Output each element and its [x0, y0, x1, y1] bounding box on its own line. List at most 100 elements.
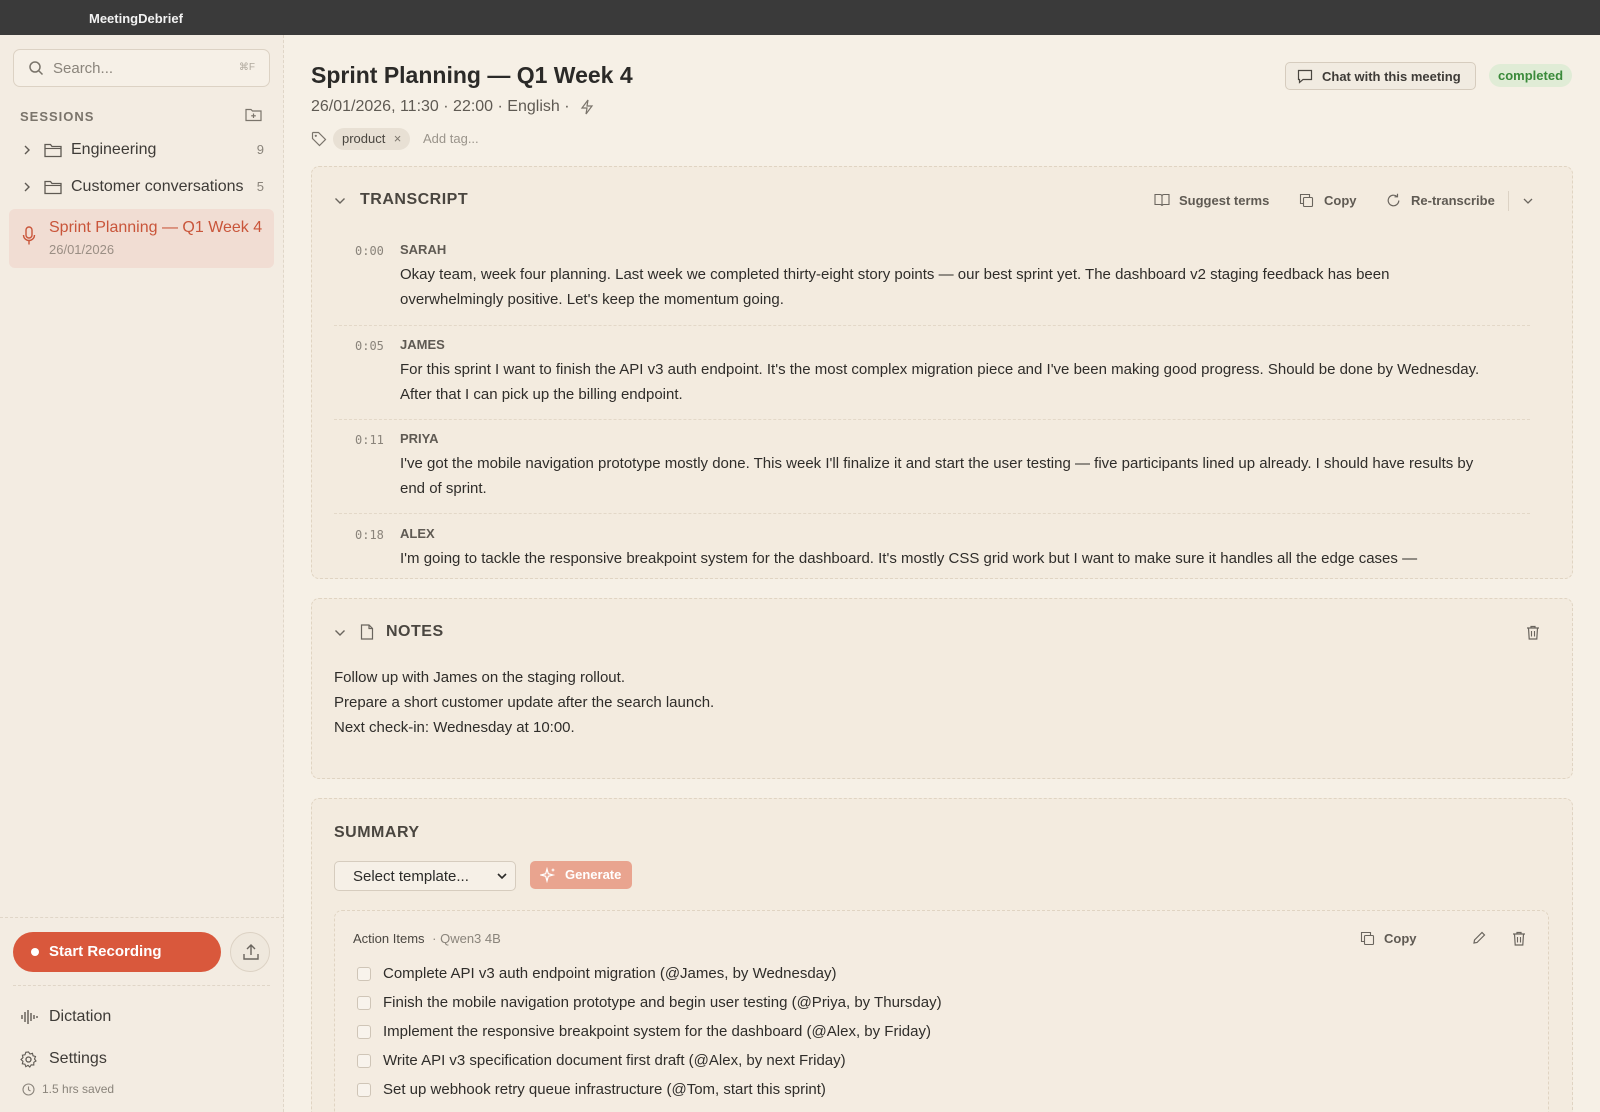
action-item: Complete API v3 auth endpoint migration …: [357, 963, 1507, 987]
book-icon: [1154, 193, 1170, 207]
folder-icon: [44, 143, 62, 158]
meeting-meta: 26/01/2026, 11:30 · 22:00 · English ·: [311, 98, 594, 116]
folder-icon: [44, 180, 62, 195]
gear-icon: [20, 1051, 37, 1068]
notes-title: NOTES: [386, 623, 444, 640]
record-dot-icon: [31, 948, 39, 956]
copy-icon: [1299, 193, 1314, 208]
utterance-text: Okay team, week four planning. Last week…: [400, 266, 1390, 308]
chat-with-meeting-button[interactable]: Chat with this meeting: [1285, 62, 1476, 90]
upload-button[interactable]: [230, 932, 270, 972]
time-saved-label: 1.5 hrs saved: [42, 1082, 115, 1096]
action-item-checkbox[interactable]: [357, 1054, 371, 1068]
timestamp[interactable]: 0:18: [355, 528, 384, 542]
template-select-value: Select template...: [353, 868, 469, 885]
model-label: · Qwen3 4B: [432, 931, 501, 946]
card-header: Action Items · Qwen3 4B: [353, 931, 501, 946]
summary-title: SUMMARY: [334, 824, 420, 841]
transcript-entry: 0:00 SARAH Okay team, week four planning…: [334, 238, 1530, 318]
trash-icon[interactable]: [1512, 931, 1526, 946]
action-item-checkbox[interactable]: [357, 1025, 371, 1039]
copy-label: Copy: [1384, 931, 1417, 946]
remove-tag-icon[interactable]: ×: [394, 128, 402, 150]
chevron-down-icon: [497, 873, 507, 880]
refresh-icon: [1387, 193, 1400, 207]
lightning-icon[interactable]: [580, 99, 594, 115]
action-item-checkbox[interactable]: [357, 967, 371, 981]
generate-label: Generate: [565, 867, 622, 882]
timestamp[interactable]: 0:05: [355, 339, 384, 353]
action-item: Implement the responsive breakpoint syst…: [357, 1021, 1507, 1045]
page-title: Sprint Planning — Q1 Week 4: [311, 62, 633, 88]
notes-editor[interactable]: Follow up with James on the staging roll…: [334, 665, 714, 740]
document-icon: [360, 624, 374, 640]
speaker-name: SARAH: [400, 242, 447, 257]
search-icon: [29, 61, 44, 76]
transcript-entry: 0:11 PRIYA I've got the mobile navigatio…: [334, 427, 1530, 507]
microphone-icon: [22, 226, 36, 245]
title-bar: MeetingDebrief: [0, 0, 1600, 35]
new-folder-icon[interactable]: [245, 107, 262, 122]
action-item-label: Set up webhook retry queue infrastructur…: [383, 1081, 826, 1098]
sidebar-folder-engineering[interactable]: Engineering 9: [20, 139, 266, 163]
action-item-checkbox[interactable]: [357, 1083, 371, 1097]
trash-icon[interactable]: [1526, 625, 1540, 640]
tag-icon: [311, 131, 327, 147]
chevron-down-icon[interactable]: [334, 196, 346, 206]
sidebar: Search... ⌘F SESSIONS Engineering 9 Cust…: [0, 35, 284, 1112]
timestamp[interactable]: 0:11: [355, 433, 384, 447]
clock-icon: [22, 1083, 35, 1096]
more-options-button[interactable]: [1508, 191, 1542, 211]
entry-divider: [334, 513, 1530, 514]
utterance-text: I've got the mobile navigation prototype…: [400, 455, 1474, 497]
timestamp[interactable]: 0:00: [355, 244, 384, 258]
speaker-name: PRIYA: [400, 431, 439, 446]
utterance-text: For this sprint I want to finish the API…: [400, 361, 1480, 403]
action-item: Set up webhook retry queue infrastructur…: [357, 1079, 1507, 1103]
nav-dictation[interactable]: Dictation: [20, 1006, 260, 1030]
transcript-entry: 0:18 ALEX I'm going to tackle the respon…: [334, 522, 1530, 578]
folder-name: Engineering: [71, 141, 157, 158]
note-line: Follow up with James on the staging roll…: [334, 669, 625, 686]
nav-label: Dictation: [49, 1008, 112, 1025]
upload-icon: [243, 944, 259, 960]
chat-bubble-icon: [1297, 69, 1313, 84]
tag-chip[interactable]: product ×: [333, 128, 411, 150]
card-toolbar: Copy: [1360, 929, 1530, 949]
action-item-label: Write API v3 specification document firs…: [383, 1052, 846, 1069]
nav-label: Settings: [49, 1050, 107, 1067]
action-item: Write API v3 specification document firs…: [357, 1050, 1507, 1074]
folder-name: Customer conversations: [71, 178, 244, 195]
transcript-title: TRANSCRIPT: [360, 191, 469, 208]
speaker-name: ALEX: [400, 526, 435, 541]
template-select[interactable]: Select template...: [334, 861, 516, 891]
tag-label: product: [342, 131, 386, 146]
pencil-icon[interactable]: [1472, 931, 1486, 945]
action-item-checkbox[interactable]: [357, 996, 371, 1010]
nav-settings[interactable]: Settings: [20, 1048, 260, 1072]
sidebar-divider: [0, 917, 284, 918]
action-item-label: Finish the mobile navigation prototype a…: [383, 994, 942, 1011]
sidebar-divider: [13, 985, 270, 986]
transcript-entry: 0:05 JAMES For this sprint I want to fin…: [334, 333, 1530, 413]
entry-divider: [334, 325, 1530, 326]
generate-button[interactable]: Generate: [530, 861, 632, 889]
add-tag-input[interactable]: Add tag...: [423, 131, 479, 146]
chevron-down-icon: [1523, 198, 1533, 204]
search-shortcut: ⌘F: [238, 62, 255, 73]
notes-panel: NOTES Follow up with James on the stagin…: [311, 598, 1573, 779]
entry-divider: [334, 419, 1530, 420]
sidebar-folder-customer-conversations[interactable]: Customer conversations 5: [20, 176, 266, 200]
app-title: MeetingDebrief: [89, 11, 183, 26]
search-box[interactable]: Search... ⌘F: [13, 49, 270, 87]
meeting-meta-text: 26/01/2026, 11:30 · 22:00 · English ·: [311, 98, 570, 115]
copy-icon: [1360, 931, 1375, 946]
search-input[interactable]: Search...: [53, 60, 113, 77]
summary-panel: SUMMARY Select template... Generate Acti…: [311, 798, 1573, 1112]
session-item-active[interactable]: Sprint Planning — Q1 Week 4 26/01/2026: [9, 209, 274, 268]
action-items-card: Action Items · Qwen3 4B Copy Complete AP…: [334, 910, 1549, 1112]
waveform-icon: [21, 1010, 38, 1024]
start-recording-button[interactable]: Start Recording: [13, 932, 221, 972]
chevron-down-icon[interactable]: [334, 628, 346, 638]
sessions-header: SESSIONS: [20, 108, 266, 124]
